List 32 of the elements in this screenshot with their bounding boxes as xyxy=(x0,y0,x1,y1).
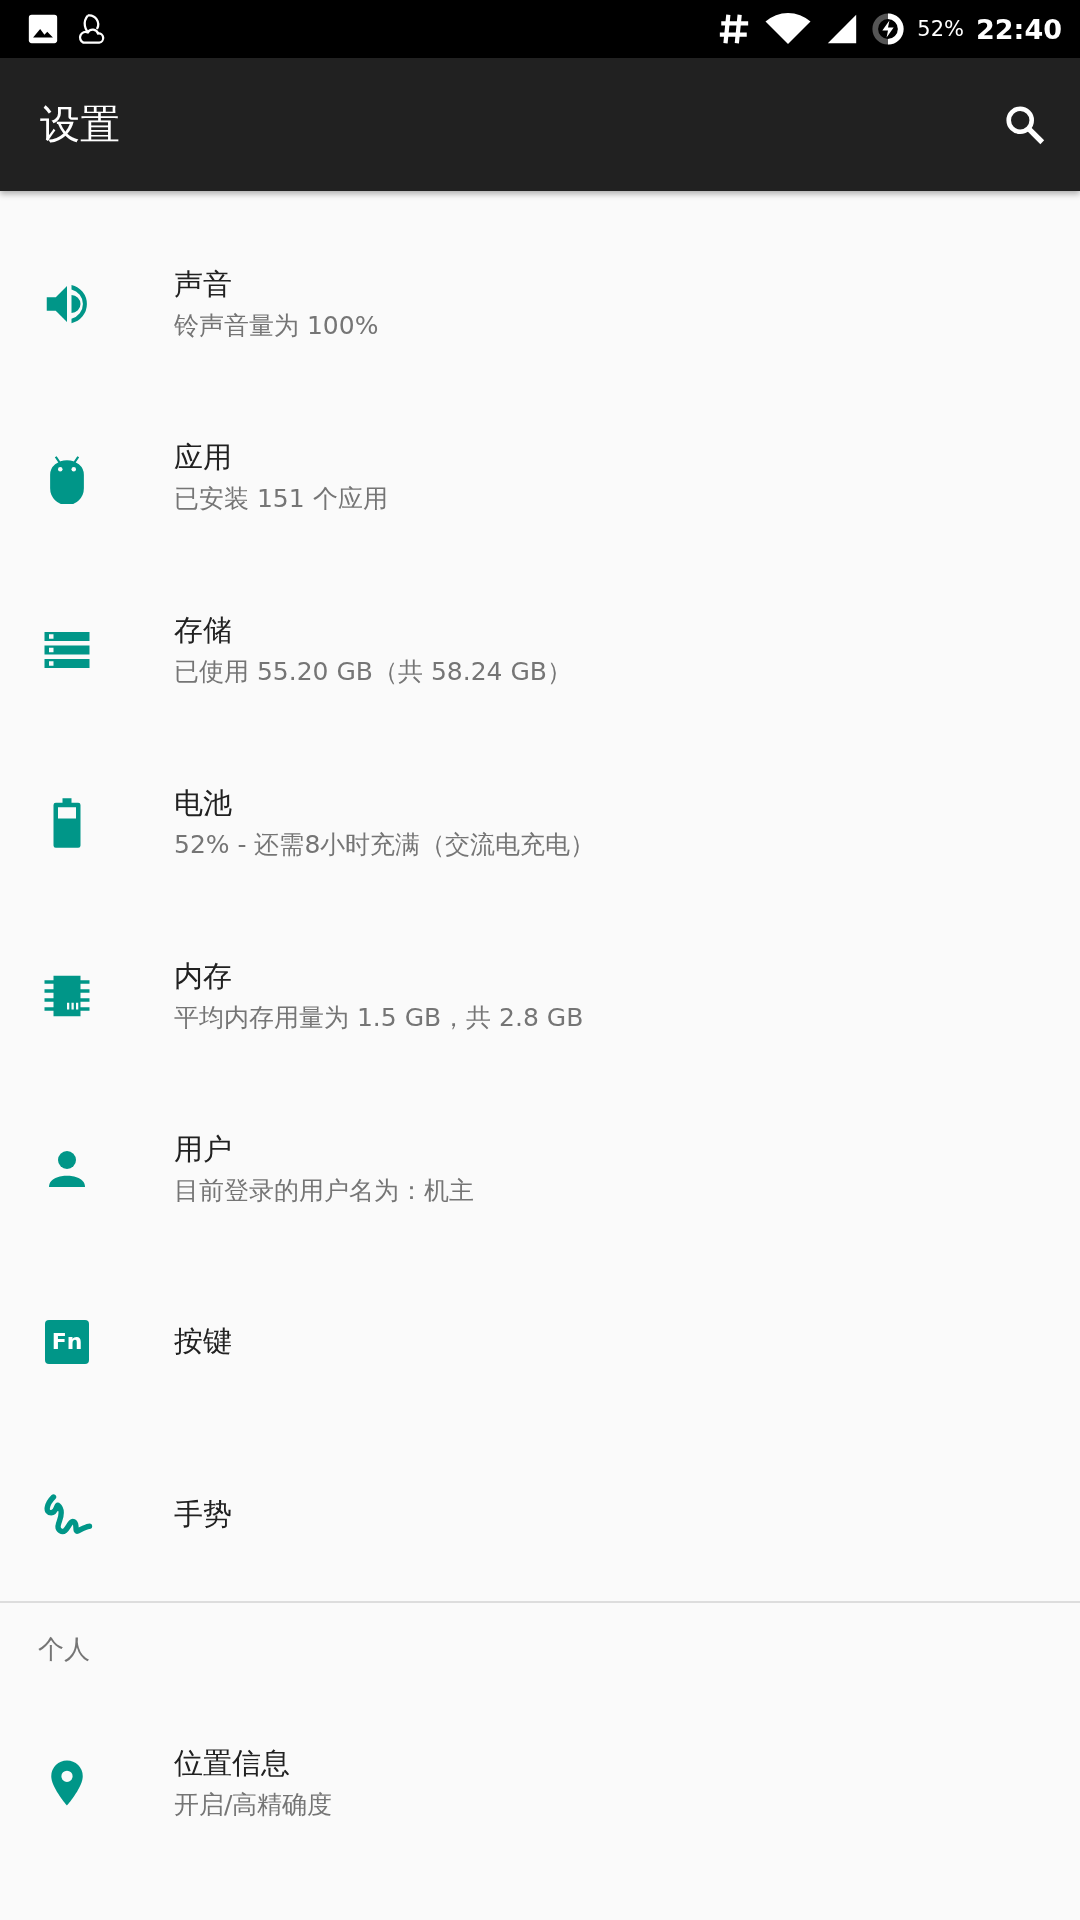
settings-item[interactable]: 手势 xyxy=(0,1428,1080,1601)
item-summary: 目前登录的用户名为：机主 xyxy=(174,1175,474,1207)
settings-item[interactable]: 存储 已使用 55.20 GB（共 58.24 GB） xyxy=(0,563,1080,736)
settings-item[interactable]: 电池 52% - 还需8小时充满（交流电充电） xyxy=(0,736,1080,909)
item-title: 内存 xyxy=(174,958,233,995)
item-title: 应用 xyxy=(174,439,233,476)
settings-item[interactable]: 用户 目前登录的用户名为：机主 xyxy=(0,1082,1080,1255)
item-title: 位置信息 xyxy=(174,1745,291,1782)
item-title: 按键 xyxy=(174,1322,232,1360)
settings-item[interactable]: 应用 已安装 151 个应用 xyxy=(0,390,1080,563)
item-title: 手势 xyxy=(174,1495,232,1533)
settings-item[interactable]: 内存 平均内存用量为 1.5 GB，共 2.8 GB xyxy=(0,909,1080,1082)
item-summary: 开启/高精确度 xyxy=(174,1789,333,1821)
clock: 22:40 xyxy=(976,13,1062,45)
item-title: 存储 xyxy=(174,612,233,649)
battery-charging-icon xyxy=(871,12,906,46)
item-title: 电池 xyxy=(174,785,233,822)
settings-item[interactable]: 位置信息 开启/高精确度 xyxy=(0,1696,1080,1869)
item-summary: 平均内存用量为 1.5 GB，共 2.8 GB xyxy=(174,1002,584,1034)
item-summary: 已安装 151 个应用 xyxy=(174,483,388,515)
item-title: 声音 xyxy=(174,266,233,303)
settings-item[interactable]: 声音 铃声音量为 100% xyxy=(0,217,1080,390)
item-summary: 铃声音量为 100% xyxy=(174,310,379,342)
item-summary: 已使用 55.20 GB（共 58.24 GB） xyxy=(174,656,572,688)
section-header: 个人 xyxy=(37,1633,91,1666)
item-title: 用户 xyxy=(174,1131,233,1168)
item-summary: 52% - 还需8小时充满（交流电充电） xyxy=(174,829,596,861)
battery-percent: 52% xyxy=(917,17,965,41)
image-icon xyxy=(26,12,60,46)
fn-key-icon: Fn xyxy=(45,1319,89,1364)
screen-title: 设置 xyxy=(40,100,120,149)
settings-item[interactable]: Fn 按键 xyxy=(0,1255,1080,1428)
